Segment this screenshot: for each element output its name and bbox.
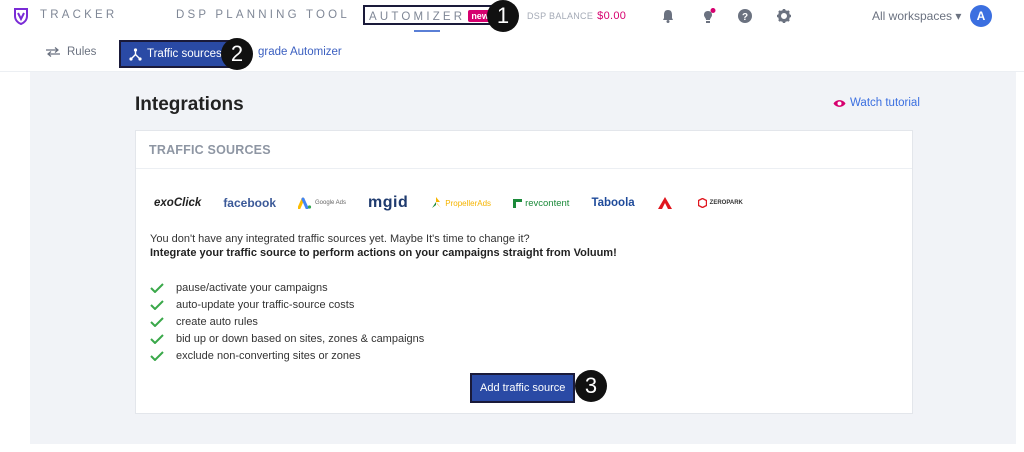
google-ads-logo: Google Ads <box>298 197 346 209</box>
check-icon <box>150 350 164 361</box>
list-item: bid up or down based on sites, zones & c… <box>150 330 424 347</box>
zeropark-logo: ZEROPARK <box>697 198 743 208</box>
check-icon <box>150 316 164 327</box>
no-sources-message: You don't have any integrated traffic so… <box>150 233 530 245</box>
traffic-source-logos: exoClick facebook Google Ads mgid Propel… <box>154 193 765 213</box>
tab-traffic-sources[interactable]: Traffic sources <box>119 40 234 68</box>
list-item: exclude non-converting sites or zones <box>150 347 424 364</box>
swap-arrows-icon <box>46 47 60 57</box>
feature-text: pause/activate your campaigns <box>176 281 328 294</box>
feature-text: create auto rules <box>176 315 258 328</box>
list-item: pause/activate your campaigns <box>150 279 424 296</box>
voluum-logo-icon[interactable] <box>12 7 30 25</box>
mgid-logo: mgid <box>368 194 409 211</box>
callout-1: 1 <box>487 0 519 32</box>
page-title: Integrations <box>135 94 244 115</box>
sub-navbar: Rules Traffic sources grade Automizer <box>0 32 1024 72</box>
gear-icon[interactable] <box>776 8 792 24</box>
help-icon[interactable]: ? <box>737 8 753 24</box>
add-traffic-source-button[interactable]: Add traffic source <box>470 373 576 403</box>
zeropark-icon <box>697 198 707 208</box>
revcontent-logo: revcontent <box>513 198 569 209</box>
tab-rules-label: Rules <box>67 46 97 58</box>
callout-2: 2 <box>221 38 253 70</box>
revcontent-icon <box>513 198 523 208</box>
google-ads-icon <box>298 197 312 209</box>
facebook-logo: facebook <box>223 196 276 210</box>
features-list: pause/activate your campaigns auto-updat… <box>150 279 424 364</box>
watch-tutorial-link[interactable]: Watch tutorial <box>833 97 920 109</box>
integrate-message: Integrate your traffic source to perform… <box>150 247 617 259</box>
card-header: TRAFFIC SOURCES <box>136 131 912 169</box>
dsp-balance: DSP BALANCE $0.00 <box>527 10 626 22</box>
svg-text:?: ? <box>742 12 748 23</box>
watch-tutorial-label: Watch tutorial <box>850 97 920 109</box>
eye-icon <box>833 99 846 107</box>
top-navbar: TRACKER DSP PLANNING TOOL AUTOMIZER new 1… <box>0 0 1024 32</box>
bell-icon[interactable] <box>660 8 676 24</box>
tab-upgrade-automizer[interactable]: grade Automizer <box>258 46 342 58</box>
adcash-a-icon <box>657 197 672 209</box>
propellerads-label: PropellerAds <box>445 198 492 208</box>
workspace-selector[interactable]: All workspaces ▾ <box>872 9 961 23</box>
adcash-logo <box>657 196 676 210</box>
list-item: auto-update your traffic-source costs <box>150 296 424 313</box>
exoclick-logo: exoClick <box>154 197 202 209</box>
dsp-balance-value: $0.00 <box>597 10 627 22</box>
propeller-icon <box>432 197 442 208</box>
feature-text: auto-update your traffic-source costs <box>176 298 355 311</box>
avatar[interactable]: A <box>970 5 992 27</box>
check-icon <box>150 299 164 310</box>
zeropark-label: ZEROPARK <box>709 200 743 206</box>
lightbulb-icon[interactable] <box>700 8 716 24</box>
traffic-sources-card: TRAFFIC SOURCES exoClick facebook Google… <box>135 130 913 414</box>
feature-text: exclude non-converting sites or zones <box>176 349 361 362</box>
check-icon <box>150 333 164 344</box>
tab-traffic-sources-label: Traffic sources <box>147 48 222 60</box>
propellerads-logo: PropellerAds <box>430 196 491 210</box>
nav-dsp-planning-tool[interactable]: DSP PLANNING TOOL <box>176 9 350 21</box>
feature-text: bid up or down based on sites, zones & c… <box>176 332 425 345</box>
network-icon <box>129 47 142 61</box>
callout-3: 3 <box>575 370 607 402</box>
nav-tracker[interactable]: TRACKER <box>40 9 117 21</box>
main-content: Integrations Watch tutorial TRAFFIC SOUR… <box>30 72 1016 444</box>
list-item: create auto rules <box>150 313 424 330</box>
taboola-logo: Taboola <box>591 197 635 209</box>
nav-automizer-label: AUTOMIZER <box>369 11 466 23</box>
revcontent-label: revcontent <box>525 197 570 209</box>
nav-automizer[interactable]: AUTOMIZER new <box>363 5 498 25</box>
google-ads-label: Google Ads <box>315 200 347 206</box>
tab-rules[interactable]: Rules <box>45 46 96 58</box>
check-icon <box>150 282 164 293</box>
dsp-balance-label: DSP BALANCE <box>527 11 594 21</box>
